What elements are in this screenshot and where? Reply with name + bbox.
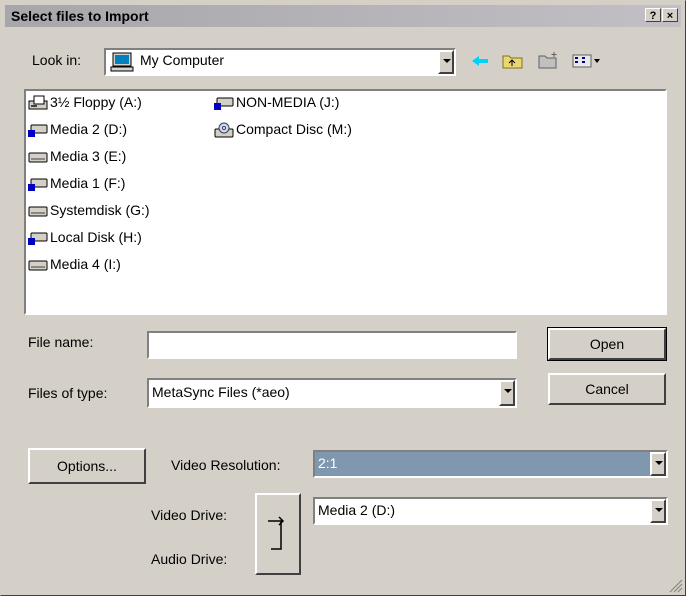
audio-drive-label: Audio Drive: (151, 551, 228, 567)
filename-input[interactable] (147, 331, 517, 359)
help-button[interactable]: ? (645, 8, 661, 22)
drive-link-toggle[interactable] (255, 493, 301, 575)
title-bar: Select files to Import ? × (5, 5, 681, 27)
resize-grip-icon[interactable] (669, 579, 683, 593)
close-button[interactable]: × (662, 8, 678, 22)
hard-drive-icon (28, 152, 48, 163)
list-item-label: Local Disk (H:) (50, 229, 142, 245)
filetype-value: MetaSync Files (*aeo) (152, 384, 290, 400)
new-folder-icon[interactable] (538, 51, 560, 69)
list-item-label: Media 2 (D:) (50, 121, 128, 137)
floppy-drive-icon (28, 95, 48, 110)
file-list[interactable]: 3½ Floppy (A:) Media 2 (D:) Media 3 (E:)… (24, 89, 667, 315)
list-item-label: 3½ Floppy (A:) (50, 94, 142, 110)
lookin-dropdown-arrow[interactable] (438, 50, 454, 74)
network-drive-icon (28, 232, 48, 245)
computer-icon (110, 52, 134, 72)
filetype-label: Files of type: (28, 385, 108, 401)
video-resolution-label: Video Resolution: (171, 457, 281, 473)
filetype-select[interactable]: MetaSync Files (*aeo) (147, 378, 517, 408)
network-drive-icon (214, 97, 234, 110)
lookin-value: My Computer (140, 52, 225, 68)
cancel-button[interactable]: Cancel (548, 373, 666, 405)
list-item-label: Media 1 (F:) (50, 175, 126, 191)
options-button[interactable]: Options... (28, 448, 146, 484)
filetype-dropdown-arrow[interactable] (499, 380, 515, 406)
dialog-title: Select files to Import (11, 8, 149, 24)
video-resolution-select[interactable]: 2:1 (313, 450, 668, 478)
network-drive-icon (28, 124, 48, 137)
open-button[interactable]: Open (547, 327, 667, 361)
list-item-label: Systemdisk (G:) (50, 202, 150, 218)
hard-drive-icon (28, 260, 48, 271)
list-item-label: Compact Disc (M:) (236, 121, 352, 137)
video-resolution-dropdown-arrow[interactable] (650, 452, 666, 476)
filename-label: File name: (28, 334, 94, 350)
lookin-select[interactable]: My Computer (104, 48, 456, 76)
view-menu-icon[interactable] (572, 54, 602, 68)
video-drive-select[interactable]: Media 2 (D:) (313, 497, 668, 525)
video-drive-value: Media 2 (D:) (318, 502, 396, 518)
lookin-label: Look in: (32, 52, 82, 68)
up-folder-icon[interactable] (502, 52, 524, 70)
import-dialog: Select files to Import ? × Look in: My C… (0, 0, 686, 596)
video-resolution-value: 2:1 (318, 455, 338, 471)
link-bracket-icon (268, 516, 285, 550)
cd-drive-icon (214, 122, 234, 138)
hard-drive-icon (28, 206, 48, 217)
list-item-label: Media 4 (I:) (50, 256, 121, 272)
network-drive-icon (28, 178, 48, 191)
video-drive-label: Video Drive: (151, 507, 228, 523)
back-arrow-icon[interactable] (470, 53, 490, 69)
list-item-label: Media 3 (E:) (50, 148, 127, 164)
video-drive-dropdown-arrow[interactable] (650, 499, 666, 523)
list-item-label: NON-MEDIA (J:) (236, 94, 340, 110)
